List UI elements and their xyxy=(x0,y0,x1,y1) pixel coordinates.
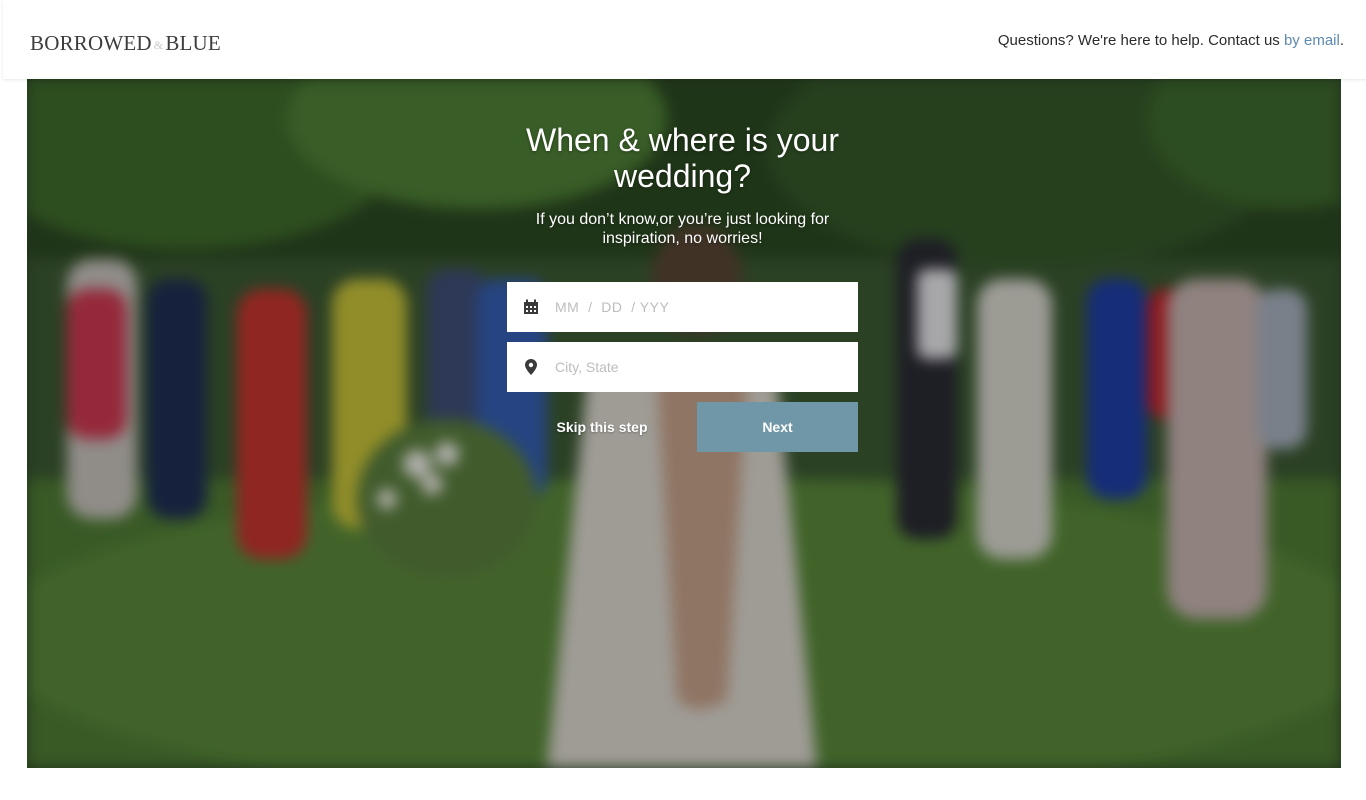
logo-ampersand: & xyxy=(153,38,164,52)
logo-word-borrowed: BORROWED xyxy=(30,31,152,55)
email-link[interactable]: by email xyxy=(1284,32,1340,49)
page-title: When & where is your wedding? xyxy=(525,122,839,194)
help-text-end: . xyxy=(1339,32,1344,49)
hero-section: When & where is your wedding? If you don… xyxy=(27,79,1341,768)
next-button[interactable]: Next xyxy=(697,402,858,452)
site-header: BORROWED &BLUE Questions? We're here to h… xyxy=(3,0,1366,79)
page-subtitle: If you don’t know,or you’re just looking… xyxy=(535,211,830,247)
wedding-date-input[interactable] xyxy=(555,287,835,327)
skip-step-button[interactable]: Skip this step xyxy=(507,402,697,452)
date-field[interactable] xyxy=(507,282,858,332)
brand-logo[interactable]: BORROWED &BLUE xyxy=(30,31,221,56)
help-text: Questions? We're here to help. Contact u… xyxy=(997,32,1284,49)
calendar-icon xyxy=(507,299,555,315)
location-input[interactable] xyxy=(555,347,835,387)
form-actions: Skip this step Next xyxy=(507,402,858,452)
location-field[interactable] xyxy=(507,342,858,392)
help-message: Questions? We're here to help. Contact u… xyxy=(998,32,1344,49)
logo-word-blue: BLUE xyxy=(165,31,221,55)
wedding-details-form: When & where is your wedding? If you don… xyxy=(507,79,858,452)
map-pin-icon xyxy=(507,359,555,375)
